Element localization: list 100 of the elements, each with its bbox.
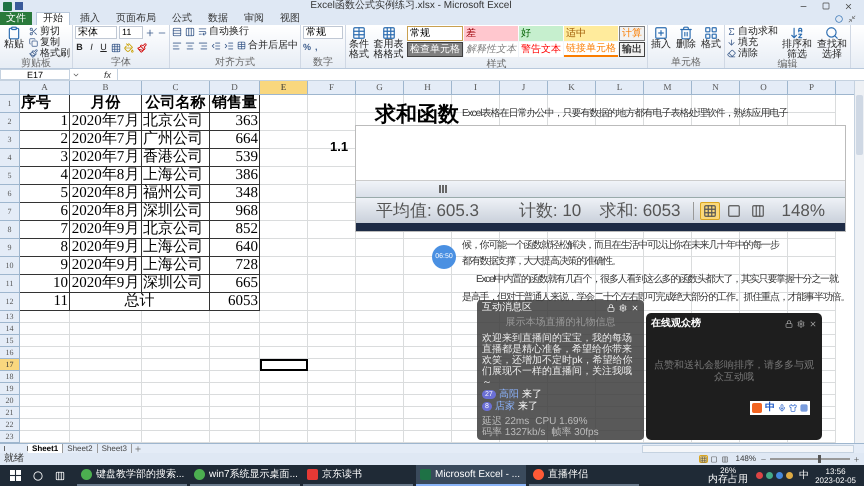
column-header[interactable]: P — [788, 81, 836, 94]
table-format-button[interactable]: 套用表格格式 — [373, 26, 404, 60]
ribbon-tab[interactable]: 插入 — [74, 12, 106, 25]
vertical-scrollbar[interactable] — [854, 81, 864, 443]
font-size-select[interactable]: 11 — [119, 26, 143, 39]
close-icon[interactable] — [809, 320, 817, 328]
cells-button[interactable]: 插入 — [650, 26, 672, 50]
row-header[interactable]: 21 — [0, 407, 20, 419]
row-header[interactable]: 5 — [0, 167, 20, 185]
ribbon-tab[interactable]: 数据 — [202, 12, 234, 25]
insert-sheet-icon[interactable] — [134, 444, 142, 452]
column-header[interactable]: C — [142, 81, 210, 94]
row-header[interactable]: 7 — [0, 203, 20, 221]
row-header[interactable]: 22 — [0, 419, 20, 431]
restore-icon[interactable] — [848, 15, 856, 23]
normal-view-icon[interactable] — [700, 202, 720, 220]
toolbox-icon[interactable] — [800, 404, 808, 412]
file-tab[interactable]: 文件 — [0, 12, 32, 25]
wrap-text-button[interactable]: 自动换行 — [198, 26, 249, 37]
cells-button[interactable]: 删除 — [675, 26, 697, 50]
settings-icon[interactable] — [797, 320, 805, 328]
ribbon-tab[interactable]: 页面布局 — [110, 12, 162, 25]
clipboard-button[interactable]: 复制 — [29, 37, 70, 48]
editing-button[interactable]: 清除 — [727, 48, 778, 59]
zoom-in-icon[interactable] — [853, 456, 860, 462]
task-view-icon[interactable] — [55, 470, 65, 480]
lock-icon[interactable] — [785, 320, 793, 328]
row-header[interactable]: 10 — [0, 257, 20, 275]
horizontal-scrollbar[interactable] — [642, 444, 854, 452]
help-icon[interactable] — [835, 15, 843, 23]
row-header[interactable]: 1 — [0, 95, 20, 113]
ime-indicator[interactable]: 中 — [799, 470, 810, 482]
row-header[interactable]: 11 — [0, 275, 20, 293]
column-header[interactable]: O — [740, 81, 788, 94]
row-header[interactable]: 17 — [0, 359, 20, 371]
column-header[interactable]: N — [692, 81, 740, 94]
row-header[interactable]: 8 — [0, 221, 20, 239]
conditional-format-button[interactable]: 条件格式 — [348, 26, 370, 60]
row-header[interactable]: 2 — [0, 113, 20, 131]
lock-icon[interactable] — [607, 304, 615, 312]
page-break-icon[interactable] — [720, 455, 730, 463]
font-select[interactable]: 宋体 — [75, 26, 117, 39]
column-header[interactable]: F — [308, 81, 356, 94]
taskbar-app[interactable]: Microsoft Excel - ... — [416, 465, 526, 486]
cell-style[interactable]: 警告文本 — [519, 42, 563, 57]
column-header[interactable]: A — [20, 81, 70, 94]
column-header[interactable]: B — [70, 81, 142, 94]
clipboard-button[interactable]: 格式刷 — [29, 48, 70, 59]
ribbon-tab[interactable]: 视图 — [274, 12, 306, 25]
row-header[interactable]: 13 — [0, 311, 20, 323]
row-header[interactable]: 9 — [0, 239, 20, 257]
cell-style[interactable]: 常规 — [407, 26, 463, 41]
row-header[interactable]: 20 — [0, 395, 20, 407]
ribbon-tab[interactable]: 公式 — [166, 12, 198, 25]
windows-logo-icon[interactable] — [10, 470, 21, 481]
row-header[interactable]: 23 — [0, 431, 20, 443]
format-toggle[interactable]: U — [99, 42, 108, 53]
cell-style[interactable]: 差 — [464, 26, 518, 41]
sheet-tab[interactable]: Sheet1 — [28, 444, 64, 454]
column-header[interactable]: L — [596, 81, 644, 94]
column-header[interactable]: I — [452, 81, 500, 94]
column-header[interactable]: J — [500, 81, 548, 94]
cell-style[interactable]: 适中 — [564, 26, 618, 41]
sort-filter-button[interactable]: 排序和筛选 — [781, 26, 813, 60]
cell-style[interactable]: 输出 — [619, 42, 645, 57]
column-header[interactable]: K — [548, 81, 596, 94]
row-header[interactable]: 18 — [0, 371, 20, 383]
mic-icon[interactable] — [778, 404, 786, 412]
ribbon-tab[interactable]: 审阅 — [238, 12, 270, 25]
paste-button[interactable]: 粘贴 — [2, 26, 26, 50]
cell-style[interactable]: 解释性文本 — [464, 42, 518, 57]
selected-cell[interactable] — [260, 359, 308, 371]
number-format-select[interactable]: 常规 — [303, 26, 343, 39]
column-header[interactable]: M — [644, 81, 692, 94]
normal-view-icon[interactable] — [698, 455, 708, 463]
find-select-button[interactable]: 查找和选择 — [816, 26, 848, 60]
maximize-icon[interactable] — [822, 2, 830, 10]
row-header[interactable]: 16 — [0, 347, 20, 359]
page-layout-icon[interactable] — [710, 455, 719, 463]
search-circle-icon[interactable] — [33, 470, 43, 480]
row-header[interactable]: 6 — [0, 185, 20, 203]
editing-button[interactable]: 填充 — [727, 37, 778, 48]
ribbon-tab[interactable]: 开始 — [36, 12, 70, 25]
column-header[interactable]: H — [404, 81, 452, 94]
taskbar-app[interactable]: 京东读书 — [303, 465, 413, 486]
row-header[interactable]: 19 — [0, 383, 20, 395]
cell-style[interactable]: 检查单元格 — [407, 42, 463, 57]
format-toggle[interactable]: B — [75, 42, 84, 53]
row-header[interactable]: 15 — [0, 335, 20, 347]
name-box[interactable]: E17 — [0, 69, 70, 80]
taskbar-app[interactable]: 键盘教学部的搜索... — [77, 465, 187, 486]
close-icon[interactable] — [844, 2, 853, 10]
format-toggle[interactable]: I — [87, 42, 96, 53]
editing-button[interactable]: 自动求和 — [727, 26, 778, 37]
slider-thumb[interactable] — [818, 455, 821, 463]
row-header[interactable]: 12 — [0, 293, 20, 311]
taskbar-app[interactable]: 直播伴侣 — [529, 465, 639, 486]
row-header[interactable]: 14 — [0, 323, 20, 335]
number-format-button[interactable]: , — [315, 42, 318, 53]
taskbar-app[interactable]: win7系统显示桌面... — [190, 465, 300, 486]
